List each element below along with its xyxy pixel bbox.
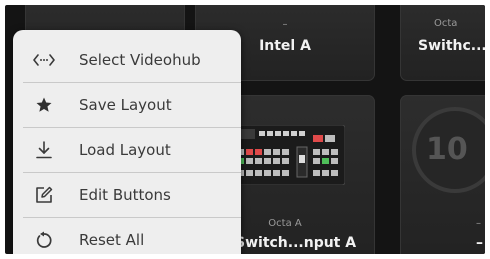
context-menu: Select Videohub Save Layout Load Layout [13,30,241,254]
videohub-control-canvas: – Intel A Octa Swithc... Octa A Switch..… [5,5,485,254]
menu-item-label: Reset All [79,231,145,249]
menu-item-label: Select Videohub [79,51,201,69]
tile-destination-label: – [476,235,483,251]
code-arrows-icon [31,49,57,71]
tile-source-label: – [282,19,288,30]
tile-destination-label: Swithc... [418,38,485,54]
menu-item-edit-buttons[interactable]: Edit Buttons [23,173,241,218]
tile-destination-label: Switch...nput A [235,235,357,251]
star-icon [31,94,57,116]
router-button-tile[interactable]: Octa Swithc... [400,5,485,81]
router-button-tile[interactable]: 10 – – [400,95,485,254]
menu-item-save-layout[interactable]: Save Layout [23,83,241,128]
menu-item-reset-all[interactable]: Reset All [23,218,241,254]
tile-source-label: – [476,218,481,229]
menu-item-label: Load Layout [79,141,171,159]
menu-item-select-videohub[interactable]: Select Videohub [23,38,241,83]
menu-item-load-layout[interactable]: Load Layout [23,128,241,173]
menu-item-label: Save Layout [79,96,172,114]
download-icon [31,139,57,161]
tile-source-label: Octa [434,18,458,29]
menu-item-label: Edit Buttons [79,186,171,204]
tile-number-badge: 10 [412,107,485,193]
switcher-device-image [233,125,345,185]
reset-icon [31,229,57,251]
edit-icon [31,184,57,206]
